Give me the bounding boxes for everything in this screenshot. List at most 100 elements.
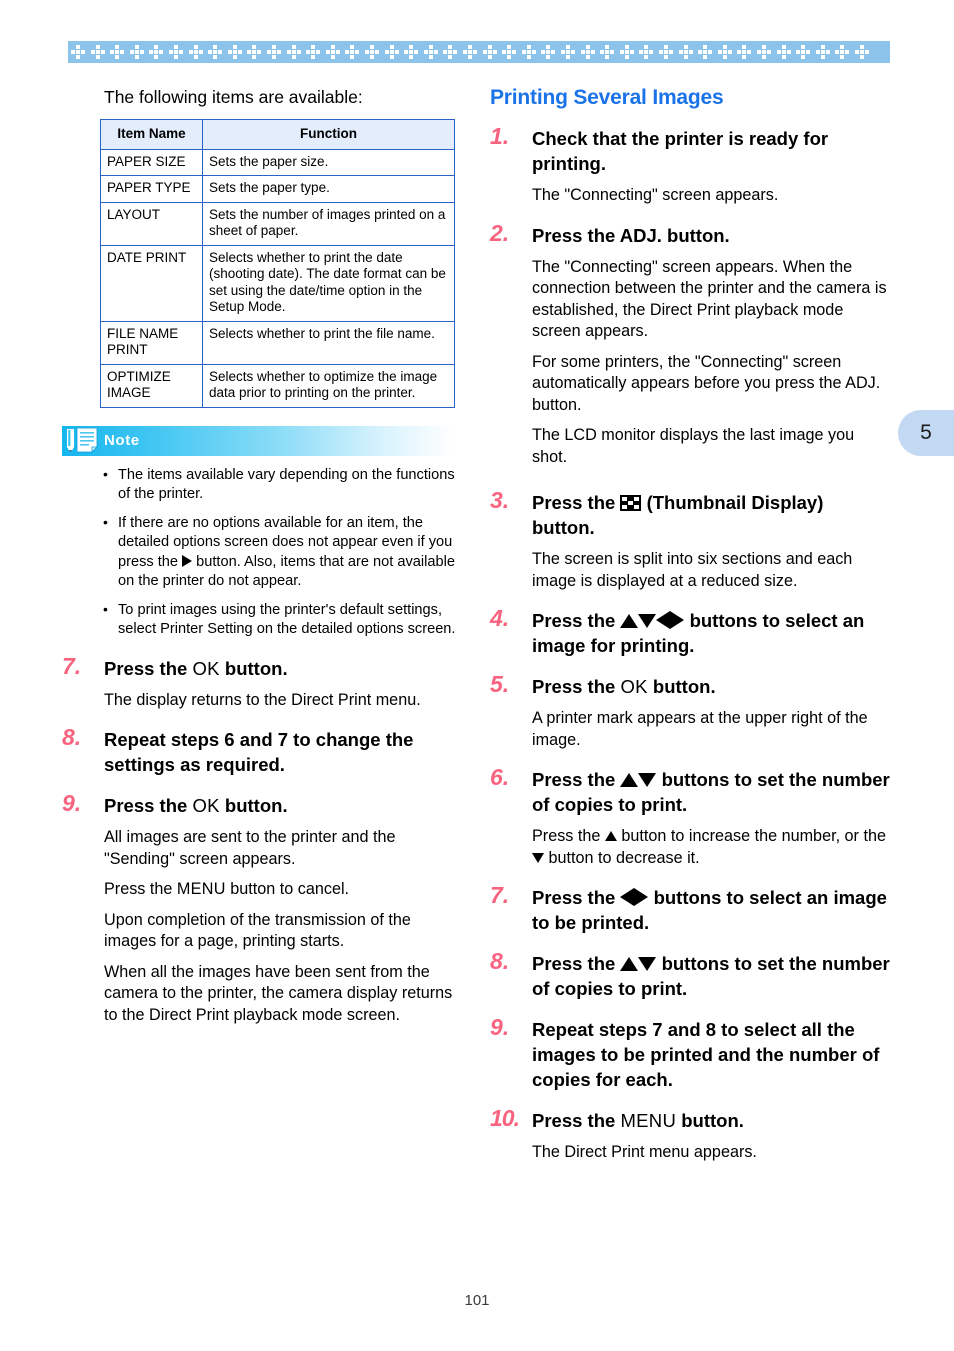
step-9: 9. Press the OK button. All images are s…	[62, 790, 458, 1026]
ok-button-key: OK	[192, 795, 220, 816]
step-number: 6.	[490, 764, 510, 790]
step-title-before: Press the	[532, 1110, 621, 1131]
step-title-before: Press the	[532, 887, 621, 908]
step-title: Press the buttons to set the number of c…	[532, 951, 890, 1001]
step-number: 4.	[490, 605, 510, 631]
step-title-after: button.	[219, 657, 288, 679]
floret-motif-icon	[580, 44, 596, 60]
table-row: OPTIMIZE IMAGE Selects whether to optimi…	[100, 363, 455, 408]
step-body-cancel: Press the MENU button to cancel.	[104, 879, 458, 901]
step-body: Press the button to increase the number,…	[532, 826, 890, 869]
step-title-before: Press the	[532, 610, 621, 631]
floret-motif-icon	[560, 44, 576, 60]
floret-motif-icon	[90, 44, 106, 60]
step-number: 5.	[490, 671, 510, 697]
items-table: Item Name Function PAPER SIZE Sets the p…	[100, 119, 455, 408]
step-title: Repeat steps 6 and 7 to change the setti…	[104, 729, 414, 775]
cell-item-name: PAPER SIZE	[100, 148, 203, 176]
floret-motif-icon	[129, 44, 145, 60]
floret-motif-icon	[168, 44, 184, 60]
floret-motif-icon	[717, 44, 733, 60]
floret-motif-icon	[697, 44, 713, 60]
floret-motif-icon	[756, 44, 772, 60]
step-body: The display returns to the Direct Print …	[104, 690, 421, 709]
step-title-after: button.	[676, 1110, 744, 1131]
column-header-function: Function	[202, 119, 455, 150]
floret-motif-icon	[364, 44, 380, 60]
step-3: 3. Press the (Thumbnail Display) button.…	[490, 487, 890, 592]
arrow-up-icon	[620, 957, 639, 971]
note-bullet: If there are no options available for an…	[100, 513, 468, 592]
floret-motif-icon	[266, 44, 282, 60]
arrow-up-icon	[620, 773, 639, 787]
step-8: 8. Press the buttons to set the number o…	[490, 948, 890, 1001]
floret-motif-icon	[207, 44, 223, 60]
step-7: 7. Press the OK button. The display retu…	[62, 653, 458, 712]
floret-motif-icon	[188, 44, 204, 60]
step-title-after: button.	[647, 676, 716, 697]
note-label: Note	[104, 432, 140, 449]
step-body: For some printers, the "Connecting" scre…	[532, 352, 881, 414]
table-row: LAYOUT Sets the number of images printed…	[100, 201, 455, 246]
step-body: The screen is split into six sections an…	[532, 550, 853, 590]
floret-motif-icon	[442, 44, 458, 60]
note-bullet: The items available vary depending on th…	[100, 465, 468, 505]
step-title-before: Press the	[532, 769, 621, 790]
step-6: 6. Press the buttons to set the number o…	[490, 764, 890, 869]
floret-motif-icon	[521, 44, 537, 60]
step-title: Press the (Thumbnail Display) button.	[532, 490, 890, 540]
left-column: The following items are available: Item …	[62, 86, 458, 1026]
floret-motif-icon	[109, 44, 125, 60]
floret-motif-icon	[619, 44, 635, 60]
cell-function: Sets the paper size.	[202, 148, 455, 176]
floret-motif-icon	[482, 44, 498, 60]
step-9: 9. Repeat steps 7 and 8 to select all th…	[490, 1014, 890, 1092]
step-title: Check that the printer is ready for prin…	[532, 128, 829, 174]
arrow-left-icon	[620, 888, 635, 906]
chapter-page-tab: 5	[898, 410, 954, 456]
table-header-row: Item Name Function	[100, 119, 455, 150]
floret-motif-icon	[384, 44, 400, 60]
floret-motif-icon	[540, 44, 556, 60]
section-heading: Printing Several Images	[490, 86, 724, 109]
arrow-left-icon	[656, 611, 671, 629]
arrow-up-icon	[604, 831, 617, 841]
arrow-right-icon	[670, 611, 685, 629]
right-column: Printing Several Images 1. Check that th…	[490, 86, 890, 1164]
step-number: 9.	[62, 790, 82, 816]
step-title-before: Press the	[532, 953, 621, 974]
step-body: A printer mark appears at the upper righ…	[532, 709, 868, 749]
step-5: 5. Press the OK button. A printer mark a…	[490, 671, 890, 751]
step-title-before: Press the	[532, 492, 621, 513]
cell-item-name: DATE PRINT	[100, 244, 203, 322]
step-title: Press the MENU button.	[532, 1108, 890, 1133]
floret-motif-icon	[678, 44, 694, 60]
floret-motif-icon	[70, 44, 86, 60]
floret-motif-icon	[305, 44, 321, 60]
intro-text: The following items are available:	[104, 87, 363, 107]
page-number: 101	[464, 1292, 490, 1309]
table-row: DATE PRINT Selects whether to print the …	[100, 244, 455, 322]
ok-button-key: OK	[620, 676, 648, 697]
cell-function: Selects whether to print the file name.	[202, 320, 455, 365]
cell-function: Sets the paper type.	[202, 175, 455, 203]
body-part-1: Press the	[532, 827, 605, 845]
floret-motif-icon	[286, 44, 302, 60]
step-1: 1. Check that the printer is ready for p…	[490, 123, 890, 207]
step-body: The "Connecting" screen appears. When th…	[532, 257, 887, 341]
note-document-pencil-icon	[64, 427, 102, 455]
step-title: Press the ADJ. button.	[532, 224, 730, 246]
floret-motif-icon	[599, 44, 615, 60]
cell-function: Selects whether to print the date (shoot…	[202, 244, 455, 322]
floret-motif-icon	[795, 44, 811, 60]
cell-item-name: OPTIMIZE IMAGE	[100, 363, 203, 408]
step-10: 10. Press the MENU button. The Direct Pr…	[490, 1105, 890, 1164]
step-title-before: Press the	[104, 657, 193, 679]
step-title: Press the buttons to select an image to …	[532, 885, 890, 935]
top-decorative-band	[68, 41, 890, 63]
arrow-right-icon	[634, 888, 649, 906]
step-title-after: button.	[219, 795, 288, 816]
step-body: All images are sent to the printer and t…	[104, 828, 396, 868]
cell-function: Sets the number of images printed on a s…	[202, 201, 455, 246]
step-number: 8.	[490, 948, 510, 974]
